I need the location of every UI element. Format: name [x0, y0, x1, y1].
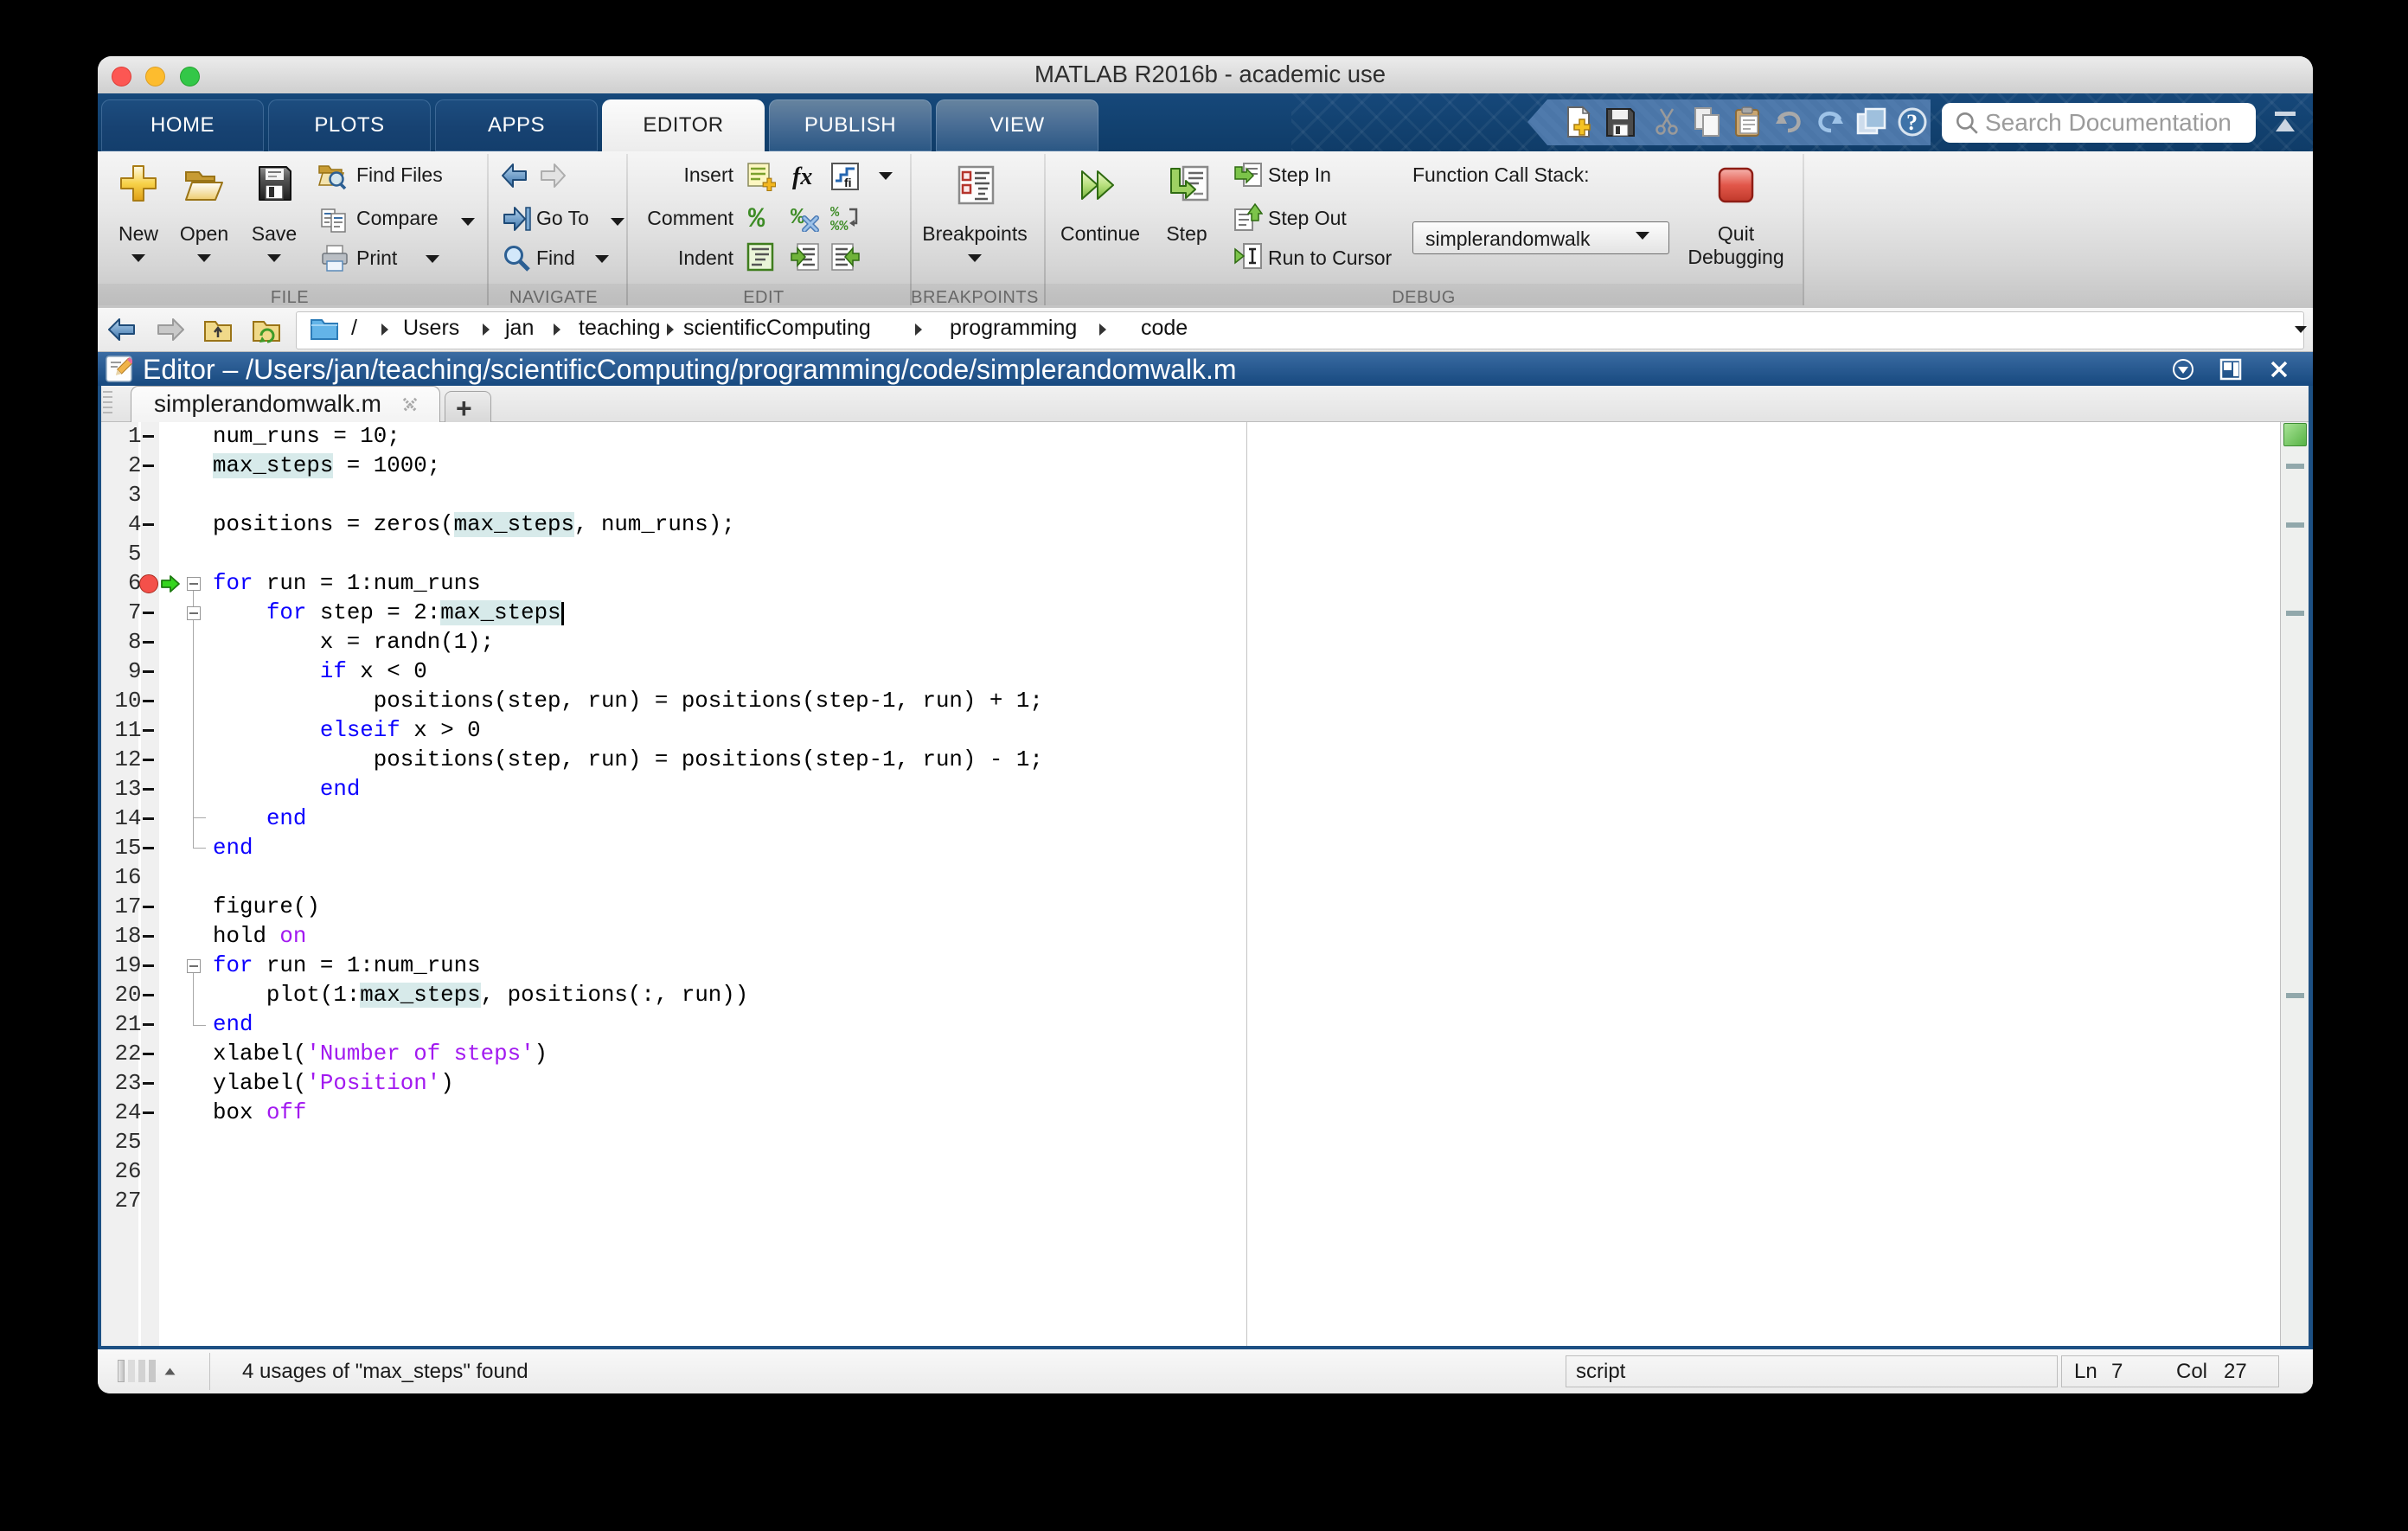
svg-text:%: %: [748, 203, 765, 232]
svg-text:?: ?: [1906, 110, 1918, 135]
svg-text:%%: %%: [830, 219, 849, 232]
svg-text:fx: fx: [792, 163, 812, 190]
svg-text:fi: fi: [844, 176, 852, 189]
